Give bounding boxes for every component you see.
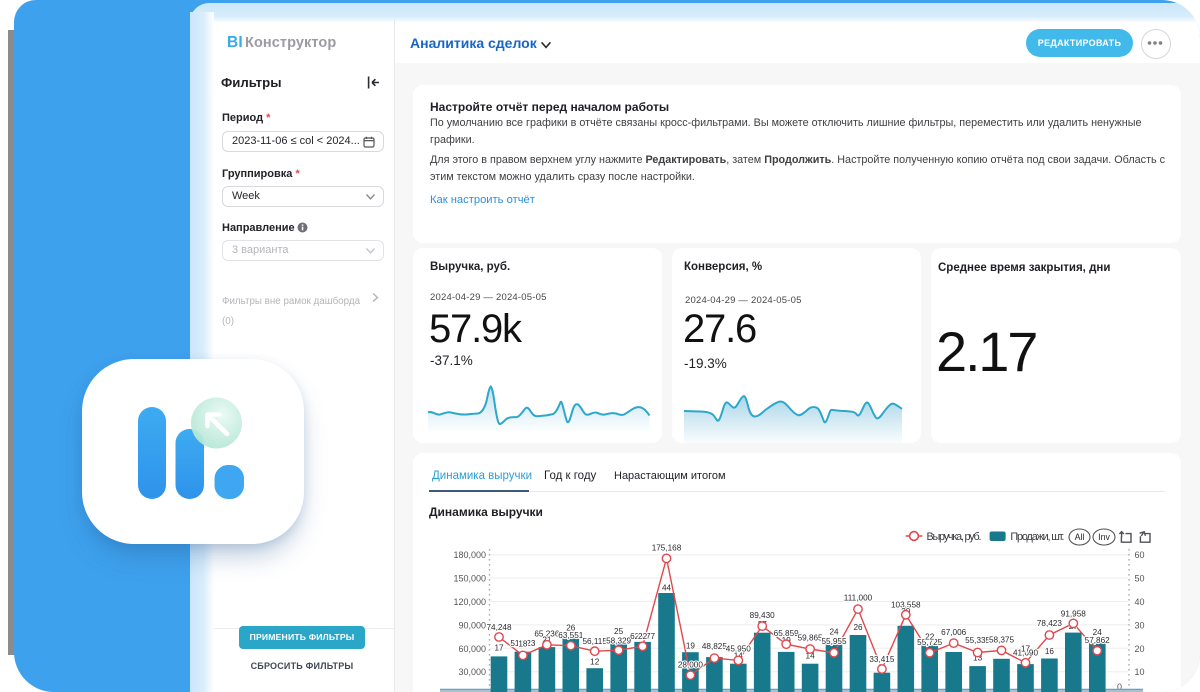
svg-text:90,000: 90,000: [458, 620, 486, 630]
svg-text:50: 50: [1135, 574, 1145, 584]
svg-text:91,958: 91,958: [1061, 610, 1086, 619]
svg-text:59,865: 59,865: [798, 634, 823, 643]
svg-text:26: 26: [566, 624, 576, 633]
svg-text:10: 10: [1135, 667, 1145, 677]
svg-text:60,000: 60,000: [458, 644, 486, 654]
svg-text:22: 22: [638, 632, 648, 641]
svg-text:48,825: 48,825: [702, 642, 727, 651]
svg-text:17: 17: [1021, 644, 1031, 653]
svg-text:Inv: Inv: [1098, 532, 1110, 542]
svg-text:30,000: 30,000: [458, 667, 486, 677]
svg-text:Выручка, руб.: Выручка, руб.: [927, 531, 982, 543]
svg-text:60: 60: [1135, 550, 1145, 560]
svg-text:175,168: 175,168: [652, 544, 682, 553]
svg-text:All: All: [1075, 532, 1085, 542]
svg-text:26: 26: [853, 623, 863, 632]
svg-text:28,000: 28,000: [678, 661, 703, 670]
svg-text:17: 17: [494, 644, 504, 653]
svg-text:19: 19: [686, 642, 696, 651]
svg-text:18: 18: [518, 640, 528, 649]
svg-text:150,000: 150,000: [453, 574, 486, 584]
svg-text:74,248: 74,248: [486, 623, 511, 632]
svg-text:57,862: 57,862: [1085, 636, 1110, 645]
svg-text:120,000: 120,000: [453, 597, 486, 607]
svg-text:40: 40: [1135, 597, 1145, 607]
svg-text:58,329: 58,329: [606, 637, 631, 646]
svg-text:78,423: 78,423: [1037, 619, 1062, 628]
svg-text:111,000: 111,000: [844, 593, 873, 602]
svg-text:44: 44: [662, 584, 672, 593]
svg-text:24: 24: [829, 627, 839, 636]
svg-text:24: 24: [1093, 628, 1103, 637]
svg-text:33,415: 33,415: [869, 655, 894, 664]
svg-text:20: 20: [1135, 644, 1145, 654]
svg-text:89,430: 89,430: [750, 611, 775, 620]
svg-text:Продажи, шт.: Продажи, шт.: [1010, 531, 1064, 543]
svg-text:55,335: 55,335: [965, 636, 990, 645]
svg-text:12: 12: [590, 658, 600, 667]
svg-text:58,375: 58,375: [989, 635, 1014, 644]
svg-text:30: 30: [1135, 620, 1145, 630]
svg-text:22: 22: [925, 633, 935, 642]
svg-text:25: 25: [614, 627, 624, 636]
svg-text:16: 16: [1045, 647, 1055, 656]
svg-text:55,955: 55,955: [821, 637, 846, 646]
svg-text:180,000: 180,000: [453, 550, 486, 560]
svg-text:67,006: 67,006: [941, 628, 966, 637]
svg-text:56,115: 56,115: [582, 637, 607, 646]
